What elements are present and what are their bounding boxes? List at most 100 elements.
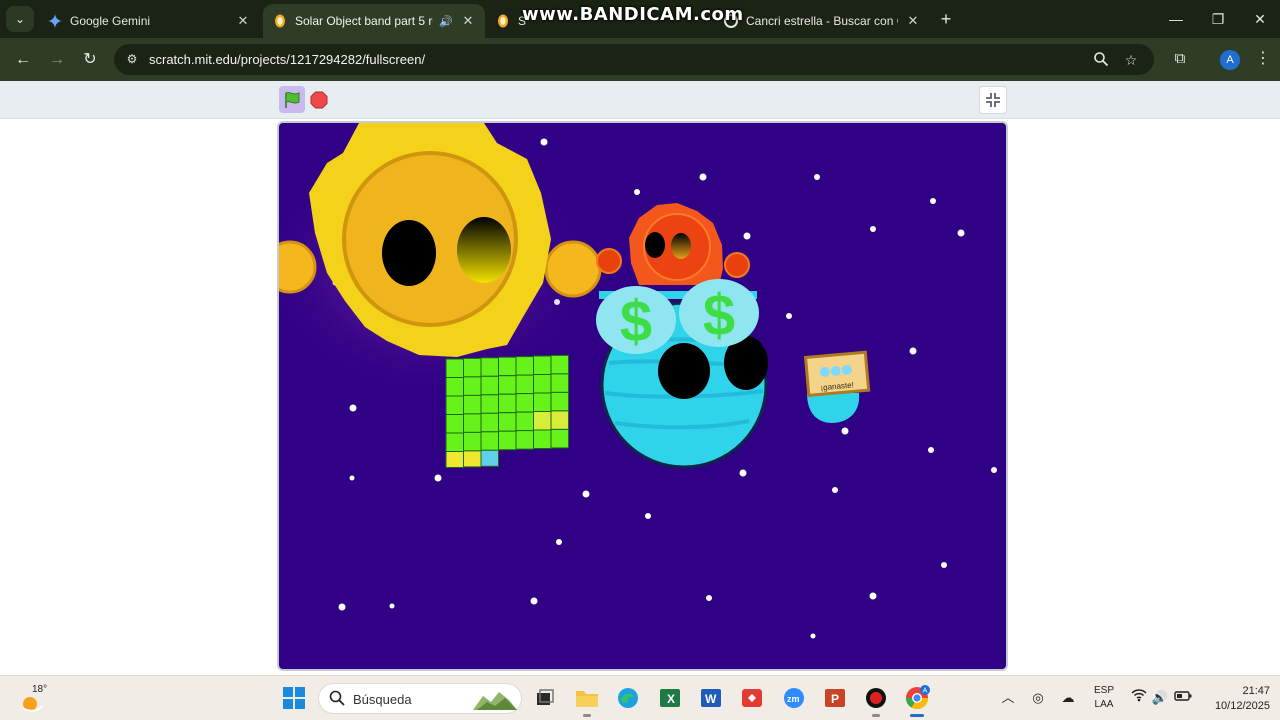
stage-canvas[interactable]: $ $ ¡ganaste! [279,123,1006,669]
search-icon [329,690,347,708]
grid-cell [550,391,569,412]
right-moon[interactable] [544,240,602,298]
speaker-icon[interactable]: 🔊 [439,15,453,28]
unfullscreen-icon [986,93,1000,107]
cyan-planet-sprite[interactable]: $ $ [596,279,768,469]
stop-button[interactable] [310,91,328,109]
running-indicator [583,714,591,717]
tab-solar-object-band[interactable]: Solar Object band part 5 re 🔊 ✕ [263,4,485,38]
taskbar: 18° Búsqueda X W zm P A ︿ ◎ ☁ ESP LAA 🔊 … [0,675,1280,720]
battery-icon[interactable] [1172,687,1194,709]
edge-icon[interactable] [614,684,642,712]
grid-cell [445,377,464,397]
forward-button[interactable]: → [46,49,68,71]
close-tab-icon[interactable]: ✕ [906,13,920,29]
unfullscreen-button[interactable] [979,86,1007,114]
grid-cell [480,375,499,396]
close-tab-icon[interactable]: ✕ [461,13,475,29]
close-tab-icon[interactable]: ✕ [236,13,250,29]
weather-widget[interactable]: 18° [20,684,50,714]
project-stage[interactable]: $ $ ¡ganaste! [277,121,1008,671]
svg-text:zm: zm [787,694,800,704]
copilot-tray-icon[interactable]: ◎ [1027,687,1049,709]
grid-cell [550,373,569,393]
grid-cell [515,393,534,413]
address-bar[interactable]: ⚙ scratch.mit.edu/projects/1217294282/fu… [114,44,1154,75]
show-hidden-icons-icon[interactable]: ︿ [997,687,1019,709]
tab-title: Cancri estrella - Buscar con C [746,14,898,28]
close-window-button[interactable]: ✕ [1240,8,1280,30]
new-tab-button[interactable]: + [936,9,956,29]
bookmark-star-icon[interactable]: ☆ [1122,51,1140,69]
powerpoint-icon[interactable]: P [821,684,849,712]
system-clock[interactable]: 21:47 10/12/2025 [1200,684,1270,714]
input-language[interactable]: ESP LAA [1092,684,1116,712]
grid-cell [515,356,534,376]
extensions-icon[interactable]: ⧉ [1170,49,1190,69]
tab-title: Google Gemini [70,14,151,28]
url-text[interactable]: scratch.mit.edu/projects/1217294282/full… [149,52,425,67]
excel-icon[interactable]: X [656,684,684,712]
browser-toolbar: ← → ↻ ⚙ scratch.mit.edu/projects/1217294… [0,38,1280,81]
start-button[interactable] [282,686,306,710]
tab-title: Solar Object band part 5 re [295,14,433,28]
active-indicator [910,714,924,717]
cloud-sync-icon[interactable]: ☁ [1057,687,1079,709]
grid-cell [533,355,552,375]
grid-cell [463,357,482,378]
tab-cancri-estrella[interactable]: Cancri estrella - Buscar con C ✕ [714,4,930,38]
search-label: Búsqueda [353,692,412,707]
tab-strip: ⌄ Google Gemini ✕ Solar Object band part… [0,0,1280,38]
zoom-app-icon[interactable]: zm [780,684,808,712]
file-explorer-icon[interactable] [573,684,601,717]
volume-icon[interactable]: 🔊 [1149,687,1171,709]
word-icon[interactable]: W [697,684,725,712]
grid-cell [463,413,482,433]
stage-controls [0,81,1280,119]
scratch-icon [496,14,510,28]
svg-text:P: P [831,692,839,706]
tab-search-button[interactable]: ⌄ [6,6,34,32]
task-view-icon[interactable] [530,684,558,712]
zoom-icon[interactable] [1092,51,1110,69]
grid-cell [445,432,464,452]
wifi-icon[interactable] [1128,687,1150,709]
grid-cell [498,375,517,395]
tab-google-gemini[interactable]: Google Gemini ✕ [38,4,260,38]
grid-cell [498,356,517,377]
minimize-button[interactable]: — [1156,8,1196,30]
green-flag-button[interactable] [279,86,305,113]
green-grid-sprite[interactable] [445,354,569,468]
svg-text:W: W [705,692,717,706]
grid-cell [463,450,482,468]
grid-cell [480,394,499,414]
running-indicator [872,714,880,717]
grid-cell [533,411,552,431]
profile-avatar[interactable]: A [1220,50,1240,70]
red-star-sprite[interactable] [596,203,750,285]
site-info-icon[interactable]: ⚙ [124,51,140,67]
grid-cell [480,412,499,433]
grid-cell [480,449,499,467]
back-button[interactable]: ← [12,49,34,71]
grid-cell [550,428,569,449]
restore-button[interactable]: ❐ [1198,8,1238,30]
chrome-icon[interactable]: A [903,684,931,717]
recorder-watermark: www.BANDICAM.com [522,4,744,25]
grid-cell [498,393,517,414]
grid-cell [445,451,464,468]
bandicam-icon[interactable] [862,684,890,717]
scratch-icon [273,14,287,28]
taskbar-search[interactable]: Búsqueda [318,683,522,714]
grid-cell [515,374,534,395]
anydesk-icon[interactable] [738,684,766,712]
grid-cell [515,411,534,432]
browser-menu-icon[interactable]: ⋮ [1254,49,1272,69]
grid-cell [463,376,482,396]
reload-button[interactable]: ↻ [79,49,101,71]
grid-cell [515,430,534,450]
left-moon[interactable] [279,240,317,294]
grid-cell [498,430,517,451]
dollar-sign-left: $ [620,289,652,354]
won-sign-sprite[interactable]: ¡ganaste! [803,350,871,423]
